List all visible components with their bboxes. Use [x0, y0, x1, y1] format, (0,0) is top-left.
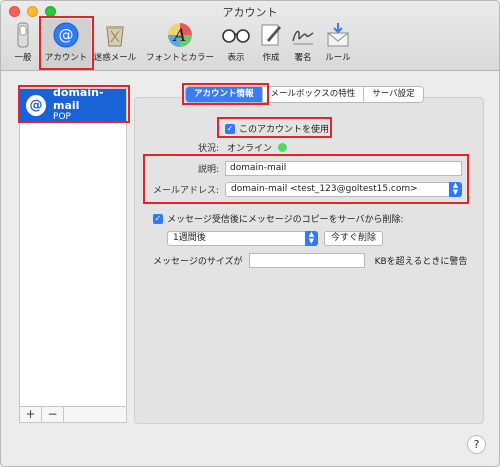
toolbar-rules[interactable]: ルール: [321, 21, 355, 67]
toolbar-signatures[interactable]: 署名: [289, 21, 317, 67]
add-account-button[interactable]: +: [20, 407, 42, 422]
signature-icon: [289, 21, 317, 49]
svg-text:A: A: [172, 26, 186, 46]
toolbar-accounts[interactable]: @ アカウント: [41, 19, 91, 69]
remove-copy-label: メッセージ受信後にメッセージのコピーをサーバから削除:: [167, 215, 404, 225]
remove-copy-checkbox[interactable]: ✓: [153, 213, 163, 224]
email-label: メールアドレス:: [152, 186, 219, 196]
toolbar-junk[interactable]: 迷惑メール: [93, 21, 137, 67]
email-row: メールアドレス: domain-mail <test_123@goltest15…: [151, 182, 462, 197]
account-type: POP: [53, 112, 71, 123]
tab-account-info[interactable]: アカウント情報: [186, 87, 263, 102]
toolbar-viewing[interactable]: 表示: [221, 21, 251, 67]
chevron-updown-icon: ▲ ▼: [449, 182, 462, 197]
preferences-window: アカウント 一般 @ アカウント 迷惑メール A フォントとカラー 表示 作成 …: [0, 0, 500, 467]
email-address-select[interactable]: domain-mail <test_123@goltest15.com> ▲ ▼: [225, 182, 462, 197]
size-warning-prefix: メッセージのサイズが: [153, 257, 243, 267]
trash-junk-icon: [101, 21, 129, 49]
compose-icon: [257, 21, 285, 49]
toolbar-general[interactable]: 一般: [9, 21, 37, 67]
chevron-updown-icon: ▲ ▼: [305, 231, 318, 246]
font-color-icon: A: [166, 21, 194, 49]
rules-envelope-icon: [324, 21, 352, 49]
svg-text:@: @: [59, 26, 74, 44]
remove-after-row: 1週間後 ▲ ▼ 今すぐ削除: [167, 231, 384, 246]
enable-account-checkbox[interactable]: ✓: [225, 123, 235, 134]
size-limit-field[interactable]: [248, 253, 365, 268]
size-warning-row: メッセージのサイズが KBを超えるときに警告: [153, 253, 467, 268]
remove-copy-row: ✓ メッセージ受信後にメッセージのコピーをサーバから削除:: [153, 212, 404, 225]
remove-account-button[interactable]: −: [42, 407, 64, 422]
at-sign-icon: @: [26, 94, 47, 116]
help-button[interactable]: ?: [467, 435, 486, 454]
description-row: 説明: domain-mail: [151, 161, 462, 176]
settings-tabs: アカウント情報 メールボックスの特性 サーバ設定: [185, 86, 424, 103]
status-row: 状況: オンライン: [191, 141, 288, 154]
account-list-controls: + −: [19, 407, 127, 423]
status-indicator: [278, 143, 288, 152]
description-field[interactable]: domain-mail: [225, 161, 462, 176]
toolbar-composing-label: 作成: [262, 53, 280, 63]
toolbar-accounts-label: アカウント: [44, 53, 88, 63]
account-item-domain-mail[interactable]: @ domain-mail POP: [20, 86, 126, 123]
at-sign-icon: @: [52, 21, 80, 49]
tab-server-settings[interactable]: サーバ設定: [364, 87, 423, 102]
remove-after-select[interactable]: 1週間後 ▲ ▼: [167, 231, 318, 246]
toolbar-composing[interactable]: 作成: [257, 21, 285, 67]
toolbar-fonts-colors-label: フォントとカラー: [145, 53, 214, 63]
remove-now-button[interactable]: 今すぐ削除: [324, 231, 384, 246]
toolbar-junk-label: 迷惑メール: [93, 53, 137, 63]
toolbar-signatures-label: 署名: [294, 53, 312, 63]
enable-account-label: このアカウントを使用: [239, 125, 330, 135]
status-label: 状況:: [197, 144, 219, 154]
toolbar-viewing-label: 表示: [227, 53, 245, 63]
switch-icon: [9, 21, 37, 49]
description-label: 説明:: [197, 165, 219, 175]
toolbar-general-label: 一般: [14, 53, 32, 63]
account-name: domain-mail: [53, 86, 104, 112]
window-title: アカウント: [222, 6, 278, 19]
toolbar-rules-label: ルール: [325, 53, 351, 63]
enable-account-row: ✓ このアカウントを使用: [225, 122, 329, 135]
size-warning-suffix: KBを超えるときに警告: [374, 257, 468, 267]
tab-mailbox-behaviors[interactable]: メールボックスの特性: [262, 87, 365, 102]
status-value: オンライン: [227, 144, 273, 154]
remove-after-value: 1週間後: [173, 233, 206, 243]
toolbar-fonts-colors[interactable]: A フォントとカラー: [145, 21, 215, 67]
account-list: @ domain-mail POP: [19, 86, 127, 407]
email-address-value: domain-mail <test_123@goltest15.com>: [231, 184, 418, 194]
titlebar: アカウント 一般 @ アカウント 迷惑メール A フォントとカラー 表示 作成 …: [1, 1, 499, 71]
glasses-icon: [222, 21, 250, 49]
